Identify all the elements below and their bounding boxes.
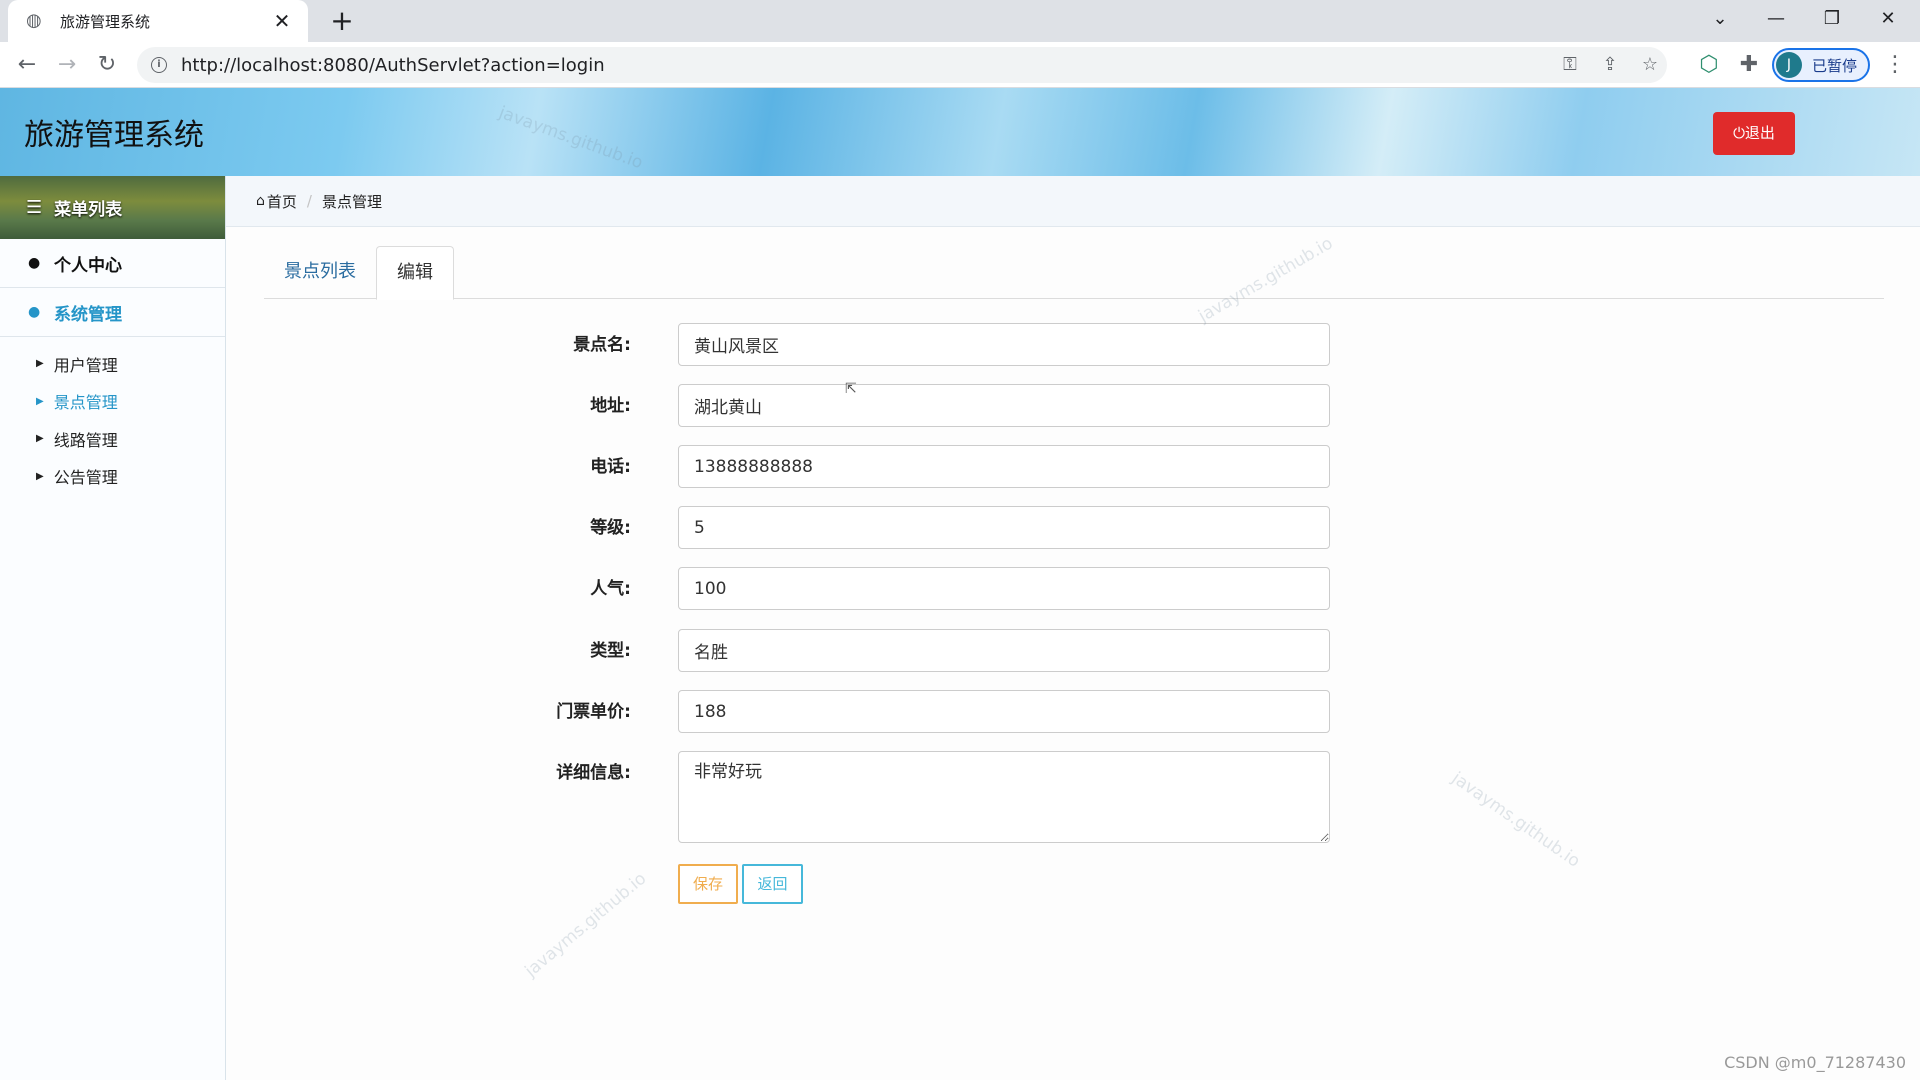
submenu-item-routes[interactable]: ▶ 线路管理 [0,420,225,458]
submenu-item-users[interactable]: ▶ 用户管理 [0,345,225,383]
field-label: 详细信息: [556,763,631,783]
level-input[interactable] [678,506,1330,549]
menu-kebab-icon[interactable]: ⋮ [1878,48,1912,82]
new-tab-icon[interactable]: + [326,6,358,36]
address-bar[interactable]: i http://localhost:8080/AuthServlet?acti… [137,47,1667,83]
sidebar-item-label: 个人中心 [54,255,122,276]
form-row-address: 地址: [500,384,1340,428]
field-label: 门票单价: [556,702,631,722]
sidebar-item-system[interactable]: ● 系统管理 [0,288,225,337]
forward-icon[interactable]: → [50,48,84,82]
scenic-name-input[interactable] [678,323,1330,366]
form-row-popularity: 人气: [500,567,1340,611]
home-icon: ⌂ [256,193,265,209]
submenu-label: 用户管理 [53,355,118,375]
site-info-icon[interactable]: i [151,57,167,73]
user-icon: ● [28,255,41,271]
form-row-detail: 详细信息: 非常好玩 [500,751,1340,846]
app-title: 旅游管理系统 [24,118,204,153]
avatar: J [1776,52,1802,78]
tab-search-icon[interactable]: ⌄ [1694,0,1746,38]
user-icon: ● [28,304,41,320]
minimize-icon[interactable]: — [1750,0,1802,38]
sidebar-item-profile[interactable]: ● 个人中心 [0,239,225,288]
restore-icon[interactable]: ❐ [1806,0,1858,38]
back-icon[interactable]: ← [10,48,44,82]
profile-status: 已暂停 [1812,56,1858,75]
tab-scenic-list[interactable]: 景点列表 [264,246,376,300]
field-label: 人气: [590,579,631,599]
submenu-label: 公告管理 [53,468,118,488]
profile-button[interactable]: J 已暂停 [1772,48,1870,82]
system-submenu: ▶ 用户管理 ▶ 景点管理 ▶ 线路管理 ▶ 公告管理 [0,337,225,495]
type-input[interactable] [678,629,1330,672]
extension-icon[interactable]: ⬡ [1692,48,1726,82]
form-row-level: 等级: [500,506,1340,550]
submenu-label: 线路管理 [53,430,118,450]
sidebar: ☰ 菜单列表 ● 个人中心 ● 系统管理 ▶ 用户管理 ▶ 景点管理 ▶ 线路管… [0,176,226,1080]
caret-right-icon: ▶ [36,395,44,407]
detail-textarea[interactable]: 非常好玩 [678,751,1330,843]
puzzle-icon[interactable]: ✚ [1732,48,1766,82]
browser-toolbar: ← → ↻ i http://localhost:8080/AuthServle… [0,42,1920,88]
bookmark-star-icon[interactable]: ☆ [1635,47,1665,83]
breadcrumb-current: 景点管理 [321,192,382,211]
watermark-text: javayms.github.io [521,868,651,982]
caret-right-icon: ▶ [36,470,44,482]
sidebar-item-label: 系统管理 [54,304,122,325]
address-input[interactable] [678,384,1330,427]
bars-icon: ☰ [26,197,43,218]
url-text[interactable]: http://localhost:8080/AuthServlet?action… [181,55,605,76]
content-tabs: 景点列表 编辑 [264,244,1884,300]
submenu-item-notices[interactable]: ▶ 公告管理 [0,458,225,496]
phone-input[interactable] [678,445,1330,488]
field-label: 类型: [590,641,631,661]
csdn-credit: CSDN @m0_71287430 [1724,1053,1906,1072]
popularity-input[interactable] [678,567,1330,610]
back-button[interactable]: 返回 [742,864,803,904]
close-tab-icon[interactable]: ✕ [270,9,294,33]
browser-tab-title: 旅游管理系统 [60,12,151,31]
field-label: 景点名: [573,335,631,355]
globe-icon: ◍ [26,10,42,31]
watermark-text: javayms.github.io [1447,768,1584,872]
menu-title: 菜单列表 [54,200,123,220]
field-label: 地址: [590,396,631,416]
form-row-name: 景点名: [500,323,1340,367]
field-label: 等级: [590,518,631,538]
form-row-phone: 电话: [500,445,1340,489]
submenu-item-scenic[interactable]: ▶ 景点管理 [0,383,225,421]
form-row-price: 门票单价: [500,690,1340,734]
mouse-cursor-icon: ⇱ [845,381,857,397]
tab-edit[interactable]: 编辑 [376,246,454,300]
menu-header: ☰ 菜单列表 [0,176,225,239]
browser-tab[interactable]: ◍ 旅游管理系统 ✕ [8,0,308,42]
logout-button[interactable]: ⏻退出 [1713,112,1795,155]
caret-right-icon: ▶ [36,358,44,370]
window-close-icon[interactable]: ✕ [1862,0,1914,38]
save-button[interactable]: 保存 [678,864,738,904]
caret-right-icon: ▶ [36,433,44,445]
submenu-label: 景点管理 [53,393,118,413]
field-label: 电话: [590,457,631,477]
ticket-price-input[interactable] [678,690,1330,733]
share-icon[interactable]: ⇪ [1595,47,1625,83]
key-icon[interactable]: ⚿ [1555,47,1585,83]
breadcrumb: ⌂ 首页 / 景点管理 [226,176,1920,227]
browser-tabstrip: ◍ 旅游管理系统 ✕ + ⌄ — ❐ ✕ [0,0,1920,42]
form-row-type: 类型: [500,629,1340,673]
breadcrumb-separator: / [306,192,312,210]
breadcrumb-home[interactable]: 首页 [267,191,297,212]
reload-icon[interactable]: ↻ [90,48,124,82]
app-header: 旅游管理系统 ⏻退出 [0,88,1920,176]
